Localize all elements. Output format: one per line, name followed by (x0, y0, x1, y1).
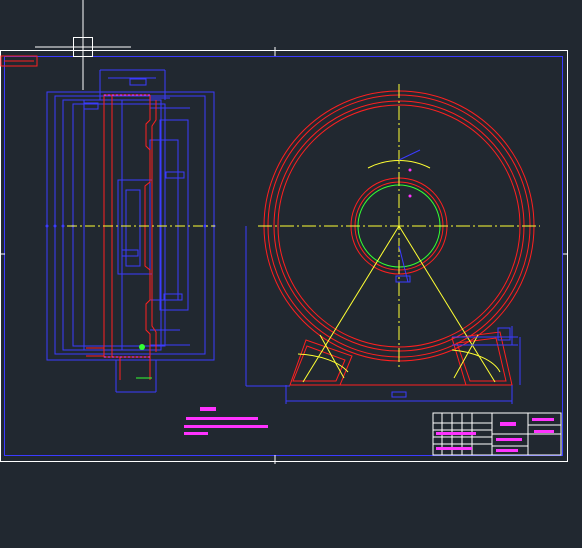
title-block (432, 412, 562, 456)
section-view (45, 69, 216, 393)
cad-model-viewport[interactable] (0, 0, 582, 548)
highlight-marker (139, 344, 145, 350)
drawing-frame (4, 56, 563, 456)
front-view (245, 84, 540, 404)
sheet-border (0, 50, 568, 462)
crosshair-cursor-icon (35, 0, 131, 90)
technical-notes (184, 407, 268, 435)
